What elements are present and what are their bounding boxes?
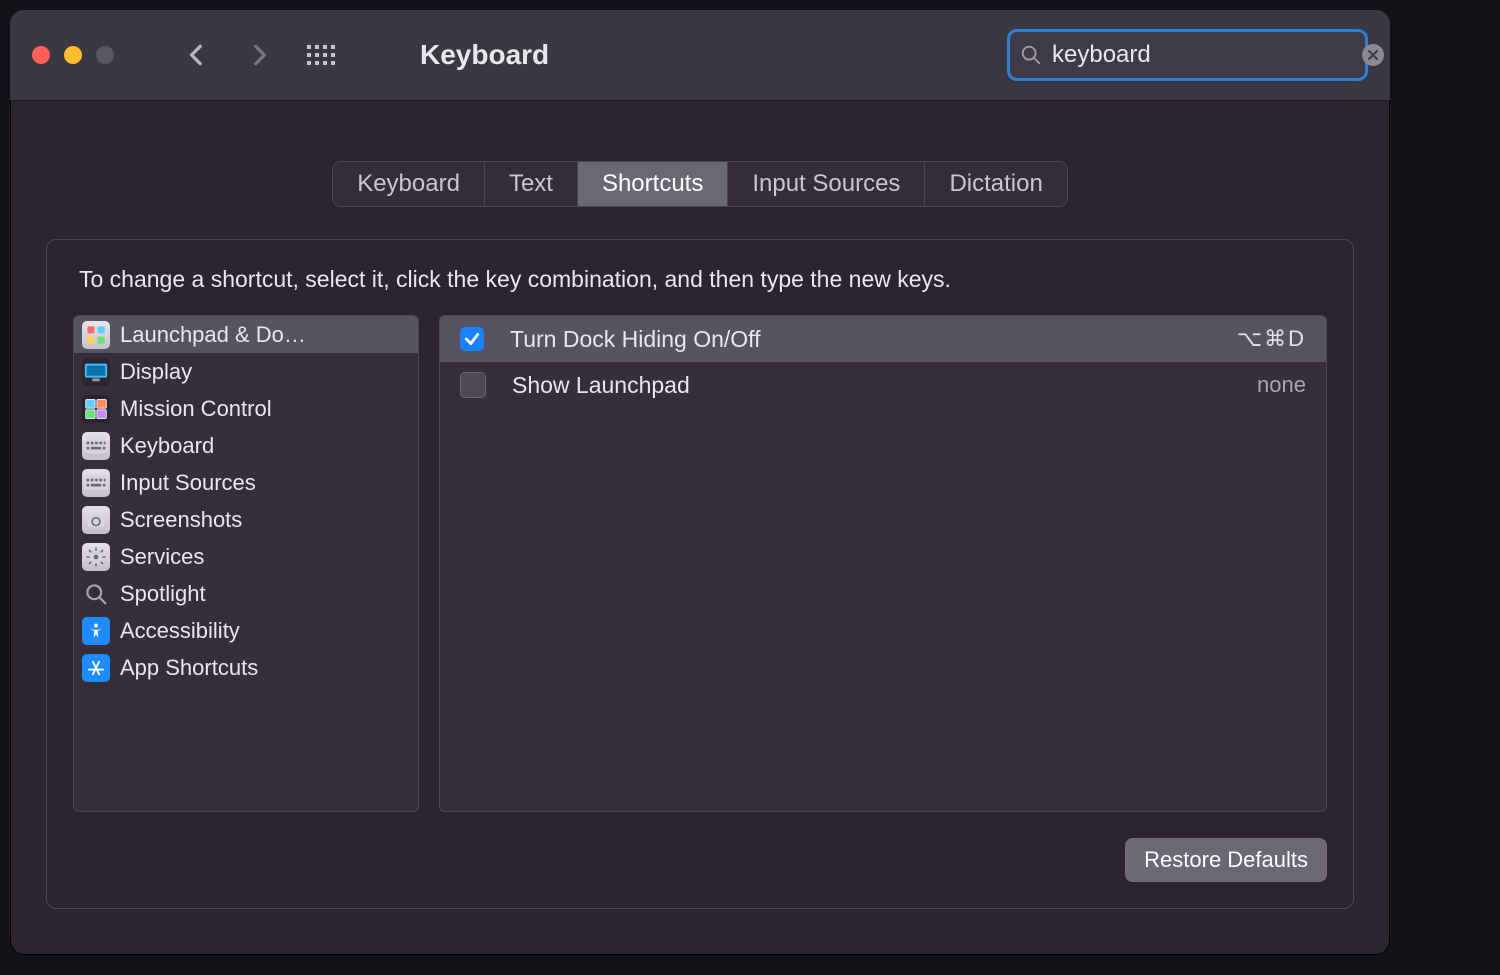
shortcut-keys[interactable]: ⌥⌘D (1237, 326, 1306, 352)
search-field[interactable] (1007, 29, 1368, 81)
columns: Launchpad & Do… Display Mission Control Key… (73, 315, 1327, 812)
panel-description: To change a shortcut, select it, click t… (79, 266, 1321, 293)
shortcut-enabled-checkbox[interactable] (460, 372, 486, 398)
shortcut-keys[interactable]: none (1257, 372, 1306, 398)
display-icon (82, 358, 110, 386)
titlebar: Keyboard (10, 10, 1390, 101)
tab-shortcuts[interactable]: Shortcuts (577, 162, 727, 206)
tab-text[interactable]: Text (484, 162, 577, 206)
tab-keyboard[interactable]: Keyboard (333, 162, 484, 206)
mission-icon (82, 395, 110, 423)
shortcuts-panel: To change a shortcut, select it, click t… (46, 239, 1354, 909)
search-input[interactable] (1052, 41, 1362, 69)
window-controls (32, 46, 114, 64)
show-all-prefs-button[interactable] (308, 42, 334, 68)
services-icon (82, 543, 110, 571)
shortcut-name: Turn Dock Hiding On/Off (510, 326, 1211, 353)
pane-body: KeyboardTextShortcutsInput SourcesDictat… (10, 101, 1390, 939)
category-mission[interactable]: Mission Control (74, 390, 418, 427)
close-window-button[interactable] (32, 46, 50, 64)
shortcut-list[interactable]: Turn Dock Hiding On/Off⌥⌘DShow Launchpad… (439, 315, 1327, 812)
category-label: Spotlight (120, 581, 206, 607)
search-icon (1020, 44, 1042, 66)
category-display[interactable]: Display (74, 353, 418, 390)
preferences-window: Keyboard KeyboardTextShortcutsInput Sour… (10, 10, 1390, 955)
category-input[interactable]: Input Sources (74, 464, 418, 501)
category-label: App Shortcuts (120, 655, 258, 681)
category-label: Display (120, 359, 192, 385)
screenshots-icon (82, 506, 110, 534)
category-services[interactable]: Services (74, 538, 418, 575)
category-launchpad[interactable]: Launchpad & Do… (74, 316, 418, 353)
category-list[interactable]: Launchpad & Do… Display Mission Control Key… (73, 315, 419, 812)
accessibility-icon (82, 617, 110, 645)
tab-inputsrc[interactable]: Input Sources (727, 162, 924, 206)
launchpad-icon (82, 321, 110, 349)
shortcut-row[interactable]: Turn Dock Hiding On/Off ⌥⌘D (440, 316, 1326, 362)
nav-buttons (184, 42, 334, 68)
panel-footer: Restore Defaults (73, 838, 1327, 882)
category-label: Services (120, 544, 204, 570)
tabs-container: KeyboardTextShortcutsInput SourcesDictat… (40, 161, 1360, 207)
category-spotlight[interactable]: Spotlight (74, 575, 418, 612)
window-title: Keyboard (420, 39, 549, 71)
category-screenshots[interactable]: Screenshots (74, 501, 418, 538)
appshortcuts-icon (82, 654, 110, 682)
back-button[interactable] (184, 42, 210, 68)
tab-dictation[interactable]: Dictation (924, 162, 1066, 206)
category-label: Accessibility (120, 618, 240, 644)
category-appshortcuts[interactable]: App Shortcuts (74, 649, 418, 686)
zoom-window-button[interactable] (96, 46, 114, 64)
spotlight-icon (82, 580, 110, 608)
shortcut-row[interactable]: Show Launchpad none (440, 362, 1326, 408)
keyboard-icon (82, 432, 110, 460)
shortcut-name: Show Launchpad (512, 372, 1231, 399)
category-label: Input Sources (120, 470, 256, 496)
tab-segmented-control: KeyboardTextShortcutsInput SourcesDictat… (332, 161, 1068, 207)
category-keyboard[interactable]: Keyboard (74, 427, 418, 464)
category-label: Launchpad & Do… (120, 322, 306, 348)
minimize-window-button[interactable] (64, 46, 82, 64)
category-accessibility[interactable]: Accessibility (74, 612, 418, 649)
category-label: Keyboard (120, 433, 214, 459)
category-label: Mission Control (120, 396, 272, 422)
clear-search-button[interactable] (1362, 44, 1384, 66)
forward-button[interactable] (246, 42, 272, 68)
input-icon (82, 469, 110, 497)
restore-defaults-button[interactable]: Restore Defaults (1125, 838, 1327, 882)
category-label: Screenshots (120, 507, 242, 533)
shortcut-enabled-checkbox[interactable] (460, 327, 484, 351)
